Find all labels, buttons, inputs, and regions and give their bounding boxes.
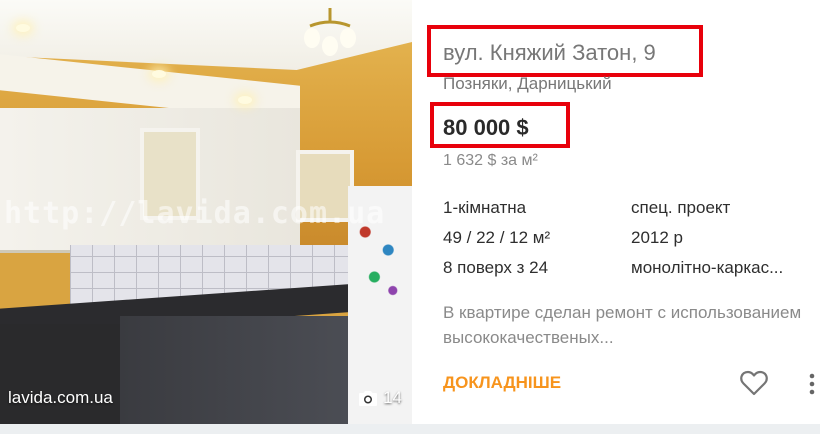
listing-district: Позняки, Дарницький xyxy=(443,74,612,93)
camera-icon xyxy=(359,391,378,406)
photo-chandelier xyxy=(304,8,356,56)
listing-price: 80 000 $ xyxy=(443,115,529,140)
listing-photo[interactable]: http://lavida.com.ua lavida.com.ua 14 xyxy=(0,0,412,424)
attr-rooms: 1-кімнатна xyxy=(443,198,527,217)
more-details-link[interactable]: ДОКЛАДНІШЕ xyxy=(443,373,561,393)
photo-lower-cabinets xyxy=(120,316,360,424)
photo-watermark: http://lavida.com.ua xyxy=(4,196,386,231)
listing-description: В квартире сделан ремонт с использование… xyxy=(443,303,802,347)
price-per-m2: 1 632 $ за м² xyxy=(443,152,538,169)
photo-spotlight xyxy=(16,24,30,32)
more-vertical-icon[interactable] xyxy=(806,372,818,396)
attr-building-type: монолітно-каркас... xyxy=(631,258,784,277)
listing-address[interactable]: вул. Княжий Затон, 9 xyxy=(443,40,656,66)
attr-area: 49 / 22 / 12 м² xyxy=(443,228,551,247)
photo-count-number: 14 xyxy=(383,388,402,407)
photo-floor xyxy=(0,324,130,424)
attr-project: спец. проект xyxy=(631,198,731,217)
photo-count[interactable]: 14 xyxy=(359,388,402,408)
attr-floor: 8 поверх з 24 xyxy=(443,258,549,277)
photo-source-label: lavida.com.ua xyxy=(8,388,113,407)
photo-spotlight xyxy=(238,96,252,104)
attr-year: 2012 р xyxy=(631,228,683,247)
photo-spotlight xyxy=(152,70,166,78)
heart-icon[interactable] xyxy=(740,370,768,396)
